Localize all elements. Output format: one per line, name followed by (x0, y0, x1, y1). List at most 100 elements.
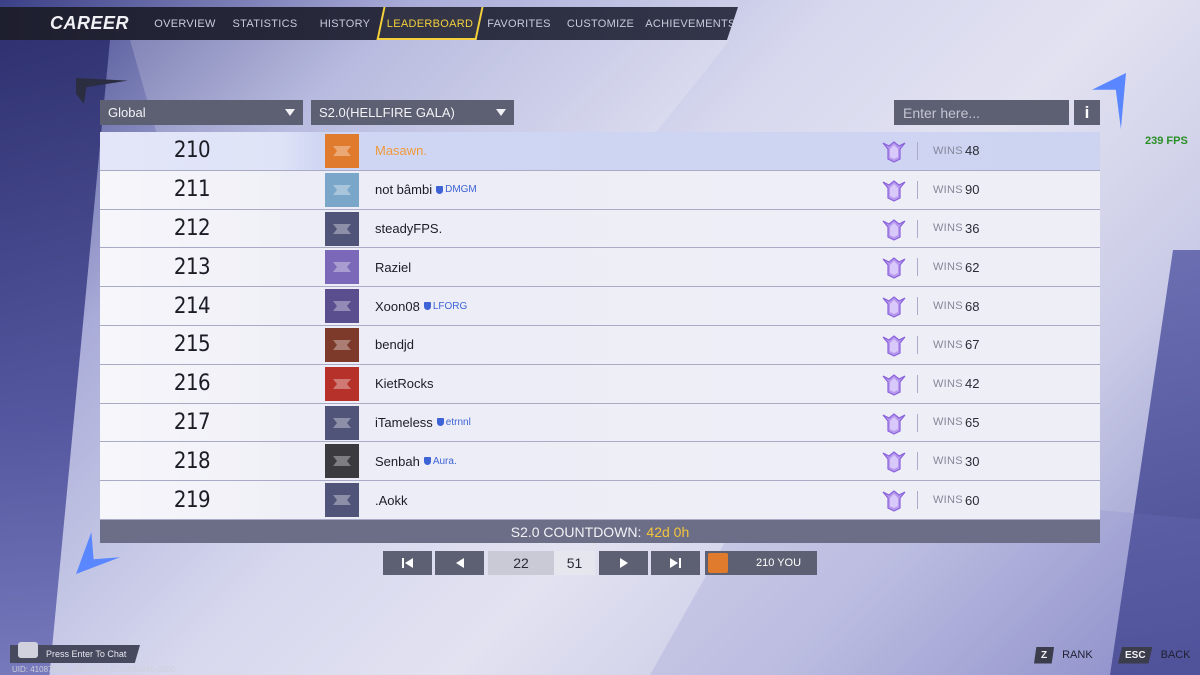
rank-number: 212 (173, 215, 211, 241)
wins-value: 62 (965, 259, 980, 275)
career-nav-bar: CAREER OVERVIEW STATISTICS HISTORY LEADE… (0, 7, 738, 40)
back-button-label: BACK (1160, 649, 1191, 661)
rank-number: 217 (173, 409, 211, 435)
wins-label: WINS (933, 455, 963, 468)
total-pages: 51 (554, 551, 595, 575)
last-page-icon-bar (679, 558, 681, 568)
leaderboard-row[interactable]: 217 iTameless etrnnl WINS 65 (100, 403, 1100, 443)
player-name-cell: KietRocks (375, 376, 434, 391)
wins-label: WINS (933, 494, 963, 507)
club-tag-label: Aura. (432, 455, 457, 467)
player-name: Masawn. (375, 143, 428, 159)
rank-number: 213 (173, 254, 211, 280)
back-button[interactable]: ESC BACK (1118, 645, 1191, 665)
dark-hero-avatar-icon (325, 444, 359, 479)
blonde-hero-avatar-icon (325, 172, 359, 207)
rank-tier-icon (882, 451, 906, 474)
player-name: steadyFPS. (375, 220, 443, 236)
uid-text: UID: 41087966 | 1832036 | 2024080846-000… (12, 665, 175, 674)
rank-number: 216 (173, 371, 211, 397)
wins-label: WINS (933, 300, 963, 313)
region-dropdown[interactable]: Global (100, 100, 303, 125)
leaderboard-row[interactable]: 212 steadyFPS. WINS 36 (100, 209, 1100, 249)
rank-number: 215 (173, 332, 211, 358)
tab-overview[interactable]: OVERVIEW (150, 7, 220, 40)
info-button[interactable]: i (1074, 100, 1100, 125)
first-page-icon (402, 558, 404, 568)
rank-button[interactable]: Z RANK (1034, 645, 1093, 665)
club-tag-label: etrnnl (445, 416, 471, 428)
key-hint: Z (1034, 646, 1055, 664)
rank-tier-icon (882, 490, 906, 512)
rank-tier-icon (882, 257, 906, 280)
orange-hero-avatar-icon (325, 134, 359, 168)
player-name-cell: Senbah Aura. (375, 454, 457, 469)
wins-label: WINS (933, 183, 963, 196)
club-tag: LFORG (423, 301, 467, 312)
wins-label: WINS (933, 416, 963, 429)
fps-counter: 239 FPS (1145, 135, 1188, 147)
last-page-button[interactable] (651, 551, 700, 575)
player-search-input[interactable] (894, 100, 1069, 125)
my-avatar-icon (708, 553, 728, 573)
leaderboard-row[interactable]: 219 .Aokk WINS 60 (100, 481, 1100, 520)
previous-page-button[interactable] (435, 551, 484, 575)
default-logo-avatar-icon (325, 211, 359, 246)
jump-to-my-rank-button[interactable]: 210 YOU (705, 551, 817, 575)
chat-prompt-label: Press Enter To Chat (46, 649, 127, 659)
player-name: .Aokk (375, 492, 408, 508)
divider (917, 258, 918, 277)
season-dropdown[interactable]: S2.0(HELLFIRE GALA) (311, 100, 514, 125)
player-name: KietRocks (375, 376, 434, 392)
region-dropdown-value: Global (108, 105, 146, 120)
tab-history[interactable]: HISTORY (310, 7, 380, 40)
leaderboard-table: 210 Masawn. WINS 48 211 not bâmbi DMGM W… (100, 132, 1100, 520)
rank-tier-icon (882, 218, 906, 241)
first-page-icon-arrow (405, 558, 413, 568)
leaderboard-row[interactable]: 218 Senbah Aura. WINS 30 (100, 442, 1100, 482)
countdown-time: 42d 0h (646, 523, 690, 540)
rank-number: 210 (173, 138, 211, 164)
divider (917, 335, 918, 354)
player-name-cell: bendjd (375, 337, 414, 352)
leaderboard-row[interactable]: 214 Xoon08 LFORG WINS 68 (100, 287, 1100, 326)
top16-badge-avatar-icon (325, 250, 359, 285)
next-page-button[interactable] (599, 551, 648, 575)
chevron-down-icon (496, 109, 506, 116)
wins-value: 48 (965, 143, 980, 159)
shield-icon (423, 302, 431, 311)
next-icon (619, 558, 628, 568)
divider (917, 374, 918, 393)
page-title: CAREER (50, 13, 130, 33)
wins-value: 90 (965, 182, 980, 198)
chevron-down-icon (285, 109, 295, 116)
first-page-button[interactable] (383, 551, 432, 575)
my-rank-label: 210 YOU (756, 557, 802, 569)
wins-value: 60 (965, 492, 980, 508)
tab-favorites[interactable]: FAVORITES (480, 7, 558, 40)
tab-statistics[interactable]: STATISTICS (220, 7, 310, 40)
rank-tier-icon (882, 296, 906, 318)
leaderboard-row[interactable]: 211 not bâmbi DMGM WINS 90 (100, 170, 1100, 210)
divider (917, 297, 918, 316)
tab-achievements[interactable]: ACHIEVEMENTS (643, 7, 738, 40)
leaderboard-row[interactable]: 215 bendjd WINS 67 (100, 325, 1100, 365)
season-countdown: S2.0 COUNTDOWN: 42d 0h (100, 520, 1100, 543)
wins-label: WINS (933, 338, 963, 351)
shield-icon (436, 418, 444, 427)
page-number-input[interactable]: 22 (488, 551, 554, 575)
rank-tier-icon (882, 141, 906, 163)
wins-label: WINS (933, 377, 963, 390)
leaderboard-row[interactable]: 210 Masawn. WINS 48 (100, 132, 1100, 171)
club-tag: etrnnl (436, 416, 471, 428)
wins-value: 30 (965, 453, 980, 469)
divider (917, 219, 918, 238)
shield-icon (423, 457, 431, 466)
club-tag: Aura. (423, 455, 457, 467)
leaderboard-row[interactable]: 213 Raziel WINS 62 (100, 248, 1100, 288)
leaderboard-row[interactable]: 216 KietRocks WINS 42 (100, 364, 1100, 404)
player-name: bendjd (375, 337, 415, 353)
background-right-panel (1110, 250, 1200, 675)
tab-leaderboard[interactable]: LEADERBOARD (380, 7, 480, 40)
tab-customize[interactable]: CUSTOMIZE (558, 7, 643, 40)
